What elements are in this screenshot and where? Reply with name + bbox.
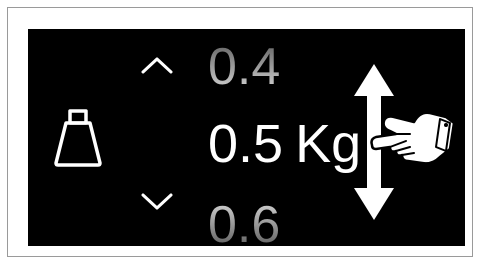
pointing-hand-icon bbox=[370, 111, 456, 165]
current-value: 0.5 Kg bbox=[208, 117, 361, 171]
weight-picker-screen: 0.4 0.5 Kg 0.6 bbox=[28, 29, 465, 246]
weight-icon bbox=[54, 109, 102, 167]
figure-frame: 0.4 0.5 Kg 0.6 bbox=[7, 7, 473, 257]
chevron-down-icon[interactable] bbox=[140, 192, 174, 212]
next-value[interactable]: 0.6 bbox=[208, 199, 280, 246]
chevron-up-icon[interactable] bbox=[140, 55, 174, 75]
current-value-number: 0.5 bbox=[208, 114, 284, 174]
previous-value[interactable]: 0.4 bbox=[208, 41, 280, 93]
